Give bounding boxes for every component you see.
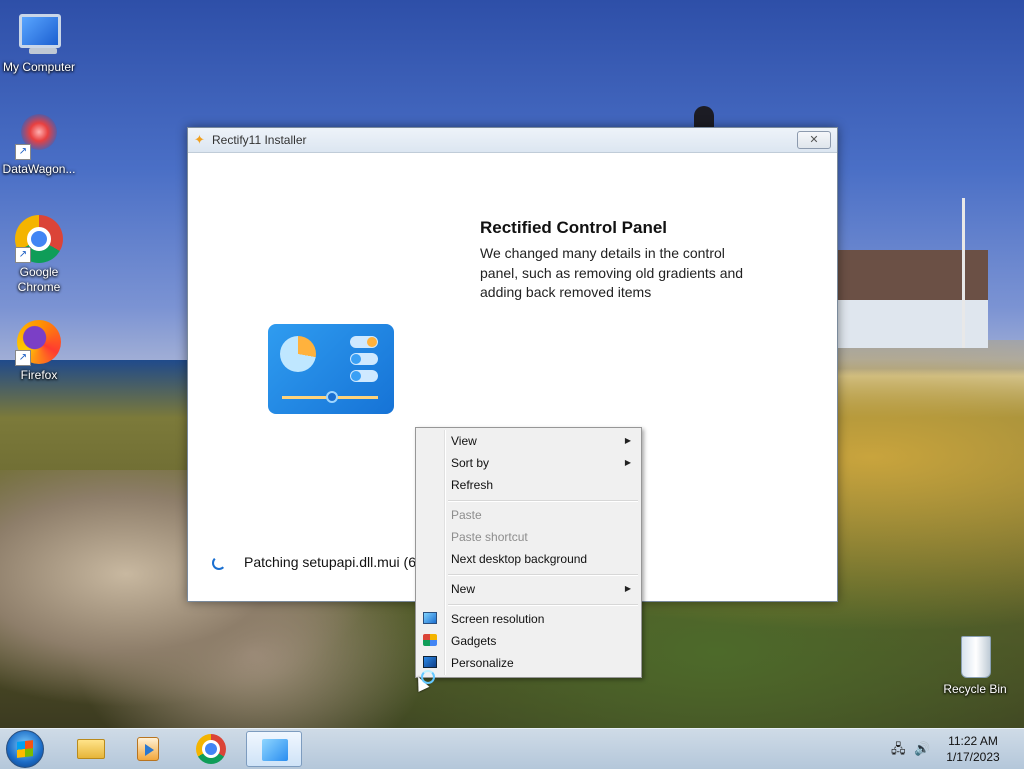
menu-item-gadgets[interactable]: Gadgets [418, 630, 639, 652]
menu-item-label: Sort by [451, 456, 490, 470]
menu-item-sort-by[interactable]: Sort by ▶ [418, 452, 639, 474]
menu-item-refresh[interactable]: Refresh [418, 474, 639, 496]
media-player-icon [137, 737, 159, 761]
menu-separator [448, 574, 638, 576]
wallpaper-house [838, 300, 988, 348]
shortcut-arrow-icon: ↗ [15, 350, 31, 366]
desktop-icon-google-chrome[interactable]: ↗ Google Chrome [0, 215, 79, 295]
taskbar-button-media-player[interactable] [121, 731, 177, 767]
menu-item-next-desktop-background[interactable]: Next desktop background [418, 548, 639, 570]
submenu-arrow-icon: ▶ [624, 458, 631, 467]
clock-time: 11:22 AM [948, 734, 998, 748]
shortcut-arrow-icon: ↗ [15, 247, 31, 263]
menu-separator [448, 500, 638, 502]
start-button[interactable] [6, 730, 44, 768]
menu-item-label: Paste shortcut [451, 530, 528, 544]
personalize-icon [423, 656, 437, 668]
progress-spinner-icon [212, 556, 226, 570]
feature-title: Rectified Control Panel [480, 218, 668, 237]
feature-description: We changed many details in the control p… [480, 245, 744, 300]
rectify11-app-icon [262, 739, 288, 761]
menu-item-view[interactable]: View ▶ [418, 430, 639, 452]
volume-icon[interactable]: 🔊 [914, 741, 930, 757]
taskbar-button-rectify11-installer[interactable] [246, 731, 302, 767]
menu-item-screen-resolution[interactable]: Screen resolution [418, 608, 639, 630]
shortcut-arrow-icon: ↗ [15, 144, 31, 160]
taskbar-clock[interactable]: 11:22 AM 1/17/2023 [936, 733, 1010, 765]
menu-item-personalize[interactable]: Personalize [418, 652, 639, 674]
desktop-icon-label: Firefox [20, 368, 58, 382]
wallpaper-house-roof [838, 250, 988, 305]
wallpaper-lighthouse [694, 106, 714, 128]
taskbar: 🖧 🔊 11:22 AM 1/17/2023 [0, 728, 1024, 769]
busy-cursor-icon [421, 670, 435, 684]
desktop-icon-label: Google Chrome [17, 265, 61, 294]
taskbar-button-file-explorer[interactable] [61, 731, 117, 767]
desktop-icon-label: DataWagon... [2, 162, 76, 176]
computer-icon [15, 10, 63, 58]
recycle-bin-icon [951, 632, 999, 680]
close-button[interactable]: ✕ [797, 131, 831, 149]
menu-item-label: Screen resolution [451, 612, 545, 626]
window-title: Rectify11 Installer [212, 133, 307, 147]
rectify11-app-icon: ✦ [194, 132, 205, 147]
menu-item-label: New [451, 582, 476, 596]
desktop-icon-label: Recycle Bin [943, 682, 1007, 696]
desktop-icon-recycle-bin[interactable]: Recycle Bin [935, 632, 1015, 697]
folder-icon [77, 739, 105, 759]
clock-date: 1/17/2023 [946, 750, 1000, 764]
menu-item-label: Personalize [451, 656, 514, 670]
menu-item-label: View [451, 434, 477, 448]
datawagon-icon: ↗ [15, 112, 63, 160]
desktop-icon-my-computer[interactable]: My Computer [0, 10, 79, 75]
desktop-icon-label: My Computer [2, 60, 76, 74]
desktop-icon-datawagon[interactable]: ↗ DataWagon... [0, 112, 79, 177]
menu-item-new[interactable]: New ▶ [418, 578, 639, 600]
menu-item-label: Gadgets [451, 634, 497, 648]
submenu-arrow-icon: ▶ [624, 436, 631, 445]
menu-item-label: Refresh [451, 478, 494, 492]
menu-item-paste[interactable]: Paste [418, 504, 639, 526]
gadgets-icon [423, 634, 437, 646]
wallpaper-flagpole [962, 198, 965, 348]
taskbar-button-google-chrome[interactable] [183, 731, 239, 767]
chrome-icon: ↗ [15, 215, 63, 263]
status-text: Patching setupapi.dll.mui (6 [244, 554, 416, 570]
menu-item-paste-shortcut[interactable]: Paste shortcut [418, 526, 639, 548]
network-icon[interactable]: 🖧 [891, 741, 907, 757]
firefox-icon: ↗ [15, 318, 63, 366]
desktop-icon-firefox[interactable]: ↗ Firefox [0, 318, 79, 383]
chrome-icon [196, 734, 226, 764]
control-panel-icon [268, 324, 394, 414]
submenu-arrow-icon: ▶ [624, 584, 631, 593]
window-titlebar[interactable]: ✦ Rectify11 Installer ✕ [188, 128, 837, 153]
menu-item-label: Paste [451, 508, 482, 522]
windows-logo-icon [17, 740, 33, 758]
menu-item-label: Next desktop background [451, 552, 588, 566]
desktop-context-menu: View ▶ Sort by ▶ Refresh Paste Paste sho… [415, 427, 642, 678]
screen-resolution-icon [423, 612, 437, 624]
menu-separator [448, 604, 638, 606]
